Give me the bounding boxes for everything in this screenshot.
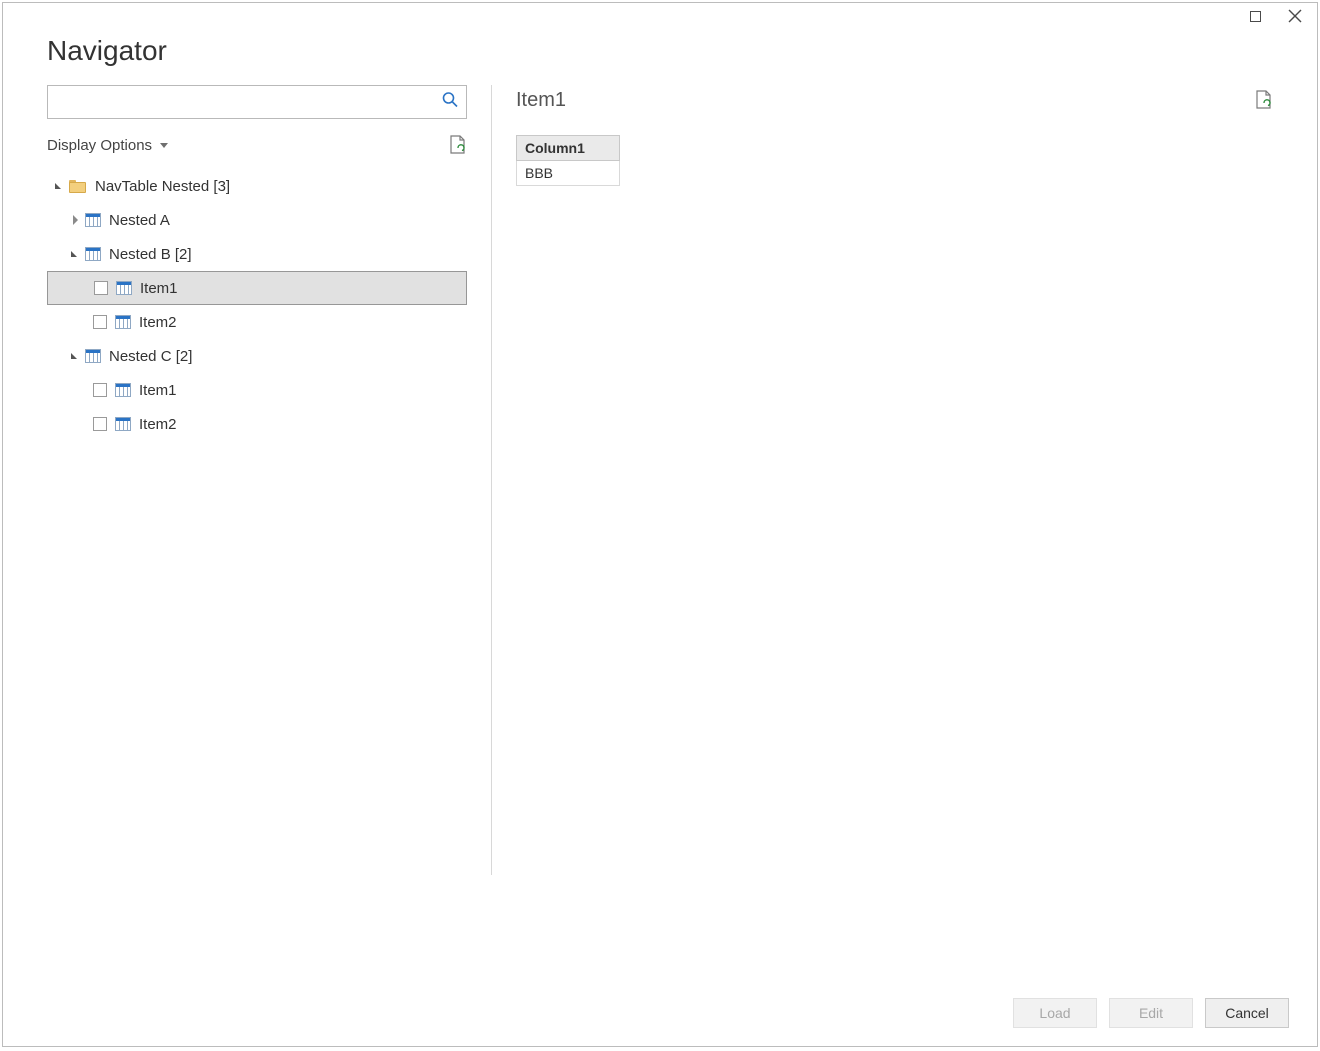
left-pane: Display Options NavTable Nested	[47, 85, 467, 980]
tree-nested-c-item2-label: Item2	[139, 416, 177, 433]
table-icon	[85, 247, 101, 261]
table-icon	[85, 213, 101, 227]
tree-nested-c-item1[interactable]: Item1	[47, 373, 467, 407]
vertical-divider	[491, 85, 492, 875]
header: Navigator	[3, 29, 1317, 85]
search-input[interactable]	[47, 85, 467, 119]
display-options-dropdown[interactable]: Display Options	[47, 137, 168, 154]
search-icon[interactable]	[441, 91, 459, 114]
tree-nested-b-item1[interactable]: Item1	[47, 271, 467, 305]
tree-root-label: NavTable Nested [3]	[95, 178, 230, 195]
close-icon	[1288, 9, 1302, 23]
tree-nested-b-item2-label: Item2	[139, 314, 177, 331]
tree: NavTable Nested [3] Nested A Nested B [2…	[47, 169, 467, 441]
table-row[interactable]: BBB	[517, 161, 620, 186]
maximize-button[interactable]	[1247, 8, 1263, 24]
display-options-label: Display Options	[47, 137, 152, 154]
checkbox[interactable]	[93, 417, 107, 431]
checkbox[interactable]	[94, 281, 108, 295]
footer: Load Edit Cancel	[3, 980, 1317, 1046]
file-refresh-icon	[1255, 90, 1273, 110]
tree-nested-c[interactable]: Nested C [2]	[47, 339, 467, 373]
column-header[interactable]: Column1	[517, 136, 620, 161]
right-pane: Item1 Column1	[516, 85, 1273, 980]
file-refresh-icon	[449, 135, 467, 155]
page-title: Navigator	[47, 35, 1273, 67]
table-icon	[115, 315, 131, 329]
toggle-expanded-icon[interactable]	[69, 350, 81, 362]
preview-title: Item1	[516, 89, 566, 112]
refresh-button[interactable]	[449, 135, 467, 155]
maximize-icon	[1250, 11, 1261, 22]
tree-nested-a[interactable]: Nested A	[47, 203, 467, 237]
toggle-collapsed-icon[interactable]	[69, 214, 81, 226]
navigator-window: Navigator Display Options	[2, 2, 1318, 1047]
checkbox[interactable]	[93, 315, 107, 329]
edit-button[interactable]: Edit	[1109, 998, 1193, 1028]
close-button[interactable]	[1287, 8, 1303, 24]
tree-nested-b[interactable]: Nested B [2]	[47, 237, 467, 271]
cancel-button[interactable]: Cancel	[1205, 998, 1289, 1028]
tree-nested-a-label: Nested A	[109, 212, 170, 229]
preview-table: Column1 BBB	[516, 135, 620, 186]
table-icon	[116, 281, 132, 295]
table-icon	[85, 349, 101, 363]
checkbox[interactable]	[93, 383, 107, 397]
folder-icon	[69, 179, 87, 193]
titlebar	[3, 3, 1317, 29]
tree-nested-c-label: Nested C [2]	[109, 348, 192, 365]
tree-nested-c-item1-label: Item1	[139, 382, 177, 399]
search-wrap	[47, 85, 467, 119]
toggle-expanded-icon[interactable]	[53, 180, 65, 192]
chevron-down-icon	[160, 143, 168, 148]
table-cell: BBB	[517, 161, 620, 186]
table-icon	[115, 417, 131, 431]
tree-nested-b-item2[interactable]: Item2	[47, 305, 467, 339]
toggle-expanded-icon[interactable]	[69, 248, 81, 260]
tree-nested-c-item2[interactable]: Item2	[47, 407, 467, 441]
tree-nested-b-item1-label: Item1	[140, 280, 178, 297]
tree-root[interactable]: NavTable Nested [3]	[47, 169, 467, 203]
preview-refresh-button[interactable]	[1255, 90, 1273, 110]
table-icon	[115, 383, 131, 397]
load-button[interactable]: Load	[1013, 998, 1097, 1028]
tree-nested-b-label: Nested B [2]	[109, 246, 192, 263]
